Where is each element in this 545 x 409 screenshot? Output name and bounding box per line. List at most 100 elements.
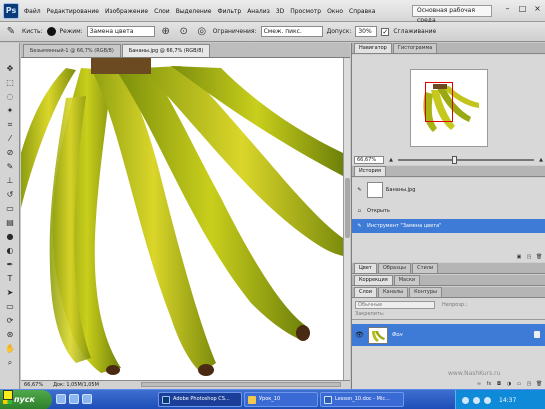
- tab-styles[interactable]: Стили: [412, 263, 439, 273]
- history-brush-source-icon[interactable]: ✎: [355, 186, 364, 195]
- marquee-tool-icon[interactable]: ⬚: [3, 77, 17, 89]
- eye-icon[interactable]: 👁: [355, 331, 364, 340]
- menu-file[interactable]: Файл: [24, 8, 41, 15]
- close-icon[interactable]: ×: [532, 4, 543, 15]
- layer-style-icon[interactable]: fx: [486, 381, 492, 387]
- pen-tool-icon[interactable]: ✒: [3, 259, 17, 271]
- new-snapshot-icon[interactable]: ◳: [526, 254, 532, 260]
- 3d-rotate-tool-icon[interactable]: ⟳: [3, 315, 17, 327]
- blur-tool-icon[interactable]: ●: [3, 231, 17, 243]
- navigator-zoom-slider[interactable]: [398, 155, 534, 164]
- zoom-slider-knob[interactable]: [452, 155, 458, 164]
- magic-wand-tool-icon[interactable]: ✦: [3, 105, 17, 117]
- doc-tab-untitled[interactable]: Безымянный-1 @ 66,7% (RGB/8): [23, 44, 121, 57]
- antialias-checkbox[interactable]: ✓: [381, 27, 390, 36]
- taskbar-word[interactable]: Lesson_10.doc - Mic...: [320, 392, 404, 407]
- tab-history[interactable]: История: [354, 166, 386, 176]
- eraser-tool-icon[interactable]: ▭: [3, 203, 17, 215]
- layer-row-background[interactable]: 👁 Фон: [352, 324, 545, 346]
- doc-tab-bananas[interactable]: Бананы.jpg @ 66,7% (RGB/8): [121, 44, 211, 57]
- tab-paths[interactable]: Контуры: [409, 287, 442, 297]
- tab-masks[interactable]: Маски: [393, 275, 421, 285]
- tab-histogram[interactable]: Гистограмма: [392, 43, 438, 53]
- clone-stamp-tool-icon[interactable]: ⊥: [3, 175, 17, 187]
- tab-channels[interactable]: Каналы: [378, 287, 409, 297]
- navigator-view-box[interactable]: [425, 82, 453, 122]
- 3d-orbit-tool-icon[interactable]: ⊛: [3, 329, 17, 341]
- history-snapshot[interactable]: ✎ Бананы.jpg: [352, 180, 545, 200]
- trash-icon[interactable]: 🗑: [536, 381, 542, 387]
- gradient-tool-icon[interactable]: ▤: [3, 217, 17, 229]
- clock[interactable]: 14:37: [499, 397, 516, 404]
- zoom-readout[interactable]: 66,67%: [24, 382, 43, 388]
- shape-tool-icon[interactable]: ▭: [3, 301, 17, 313]
- tab-layers[interactable]: Слои: [354, 287, 377, 297]
- new-group-icon[interactable]: ▭: [516, 381, 522, 387]
- history-step-color-replace[interactable]: ✎ Инструмент "Замена цвета": [352, 219, 545, 233]
- tab-swatches[interactable]: Образцы: [377, 263, 412, 273]
- workspace-switcher[interactable]: Основная рабочая среда: [412, 5, 492, 24]
- taskbar-folder[interactable]: Урок_10: [244, 392, 318, 407]
- menu-3d[interactable]: 3D: [276, 8, 284, 15]
- sampling-background-icon[interactable]: ◎: [195, 25, 209, 39]
- healing-brush-tool-icon[interactable]: ⊘: [3, 147, 17, 159]
- tray-icon[interactable]: [473, 396, 480, 404]
- maximize-icon[interactable]: □: [517, 4, 528, 15]
- canvas-horizontal-scrollbar[interactable]: [141, 382, 341, 387]
- tab-color[interactable]: Цвет: [354, 263, 377, 273]
- foreground-color-swatch[interactable]: [3, 390, 13, 400]
- menu-edit[interactable]: Редактирование: [47, 8, 99, 15]
- mode-select[interactable]: Замена цвета: [86, 26, 155, 37]
- menu-layers[interactable]: Слои: [154, 8, 170, 15]
- menu-select[interactable]: Выделение: [176, 8, 212, 15]
- dodge-tool-icon[interactable]: ◐: [3, 245, 17, 257]
- new-document-icon[interactable]: ▣: [516, 254, 522, 260]
- sampling-continuous-icon[interactable]: ⊕: [159, 25, 173, 39]
- vertical-scroll-thumb[interactable]: [345, 178, 350, 238]
- menu-help[interactable]: Справка: [349, 8, 375, 15]
- tray-icon[interactable]: [462, 396, 469, 404]
- color-replacement-tool-icon[interactable]: ✎: [4, 25, 18, 39]
- zoom-out-icon[interactable]: ▲: [388, 157, 394, 163]
- canvas-vertical-scrollbar[interactable]: [343, 58, 350, 380]
- quick-launch-icon[interactable]: [69, 394, 79, 404]
- type-tool-icon[interactable]: T: [3, 273, 17, 285]
- navigator-zoom-field[interactable]: 66,67%: [354, 155, 384, 164]
- image-canvas[interactable]: [21, 58, 343, 380]
- zoom-tool-icon[interactable]: ⌕: [3, 357, 17, 369]
- brush-tool-icon[interactable]: ✎: [3, 161, 17, 173]
- navigator-preview[interactable]: [410, 69, 488, 147]
- zoom-in-icon[interactable]: ▲: [538, 157, 544, 163]
- tolerance-field[interactable]: 30%: [355, 26, 378, 37]
- layer-mask-icon[interactable]: ◘: [496, 381, 502, 387]
- crop-tool-icon[interactable]: ⌗: [3, 119, 17, 131]
- menu-image[interactable]: Изображение: [105, 8, 148, 15]
- taskbar-photoshop[interactable]: Adobe Photoshop CS...: [158, 392, 242, 407]
- trash-icon[interactable]: 🗑: [536, 254, 542, 260]
- blend-mode-select[interactable]: Обычные: [355, 301, 435, 309]
- menu-items: Файл Редактирование Изображение Слои Выд…: [24, 0, 375, 22]
- menu-filter[interactable]: Фильтр: [217, 8, 241, 15]
- move-tool-icon[interactable]: ✥: [3, 63, 17, 75]
- history-brush-tool-icon[interactable]: ↺: [3, 189, 17, 201]
- tab-navigator[interactable]: Навигатор: [354, 43, 392, 53]
- history-step-open[interactable]: ▫ Открыть: [352, 204, 545, 218]
- path-selection-tool-icon[interactable]: ➤: [3, 287, 17, 299]
- menu-view[interactable]: Просмотр: [290, 8, 321, 15]
- menu-analysis[interactable]: Анализ: [247, 8, 270, 15]
- quick-launch-icon[interactable]: [82, 394, 92, 404]
- hand-tool-icon[interactable]: ✋: [3, 343, 17, 355]
- sampling-once-icon[interactable]: ⊙: [177, 25, 191, 39]
- new-layer-icon[interactable]: ◳: [526, 381, 532, 387]
- brush-preset-picker[interactable]: [46, 27, 56, 36]
- quick-launch-icon[interactable]: [56, 394, 66, 404]
- tab-adjustments[interactable]: Коррекция: [354, 275, 393, 285]
- minimize-icon[interactable]: –: [502, 4, 513, 15]
- adjustment-layer-icon[interactable]: ◑: [506, 381, 512, 387]
- eyedropper-tool-icon[interactable]: ⁄: [3, 133, 17, 145]
- lasso-tool-icon[interactable]: ◌: [3, 91, 17, 103]
- link-layers-icon[interactable]: ∞: [476, 381, 482, 387]
- menu-window[interactable]: Окно: [327, 8, 343, 15]
- tray-icon[interactable]: [484, 396, 491, 404]
- limits-select[interactable]: Смеж. пикс.: [260, 26, 323, 37]
